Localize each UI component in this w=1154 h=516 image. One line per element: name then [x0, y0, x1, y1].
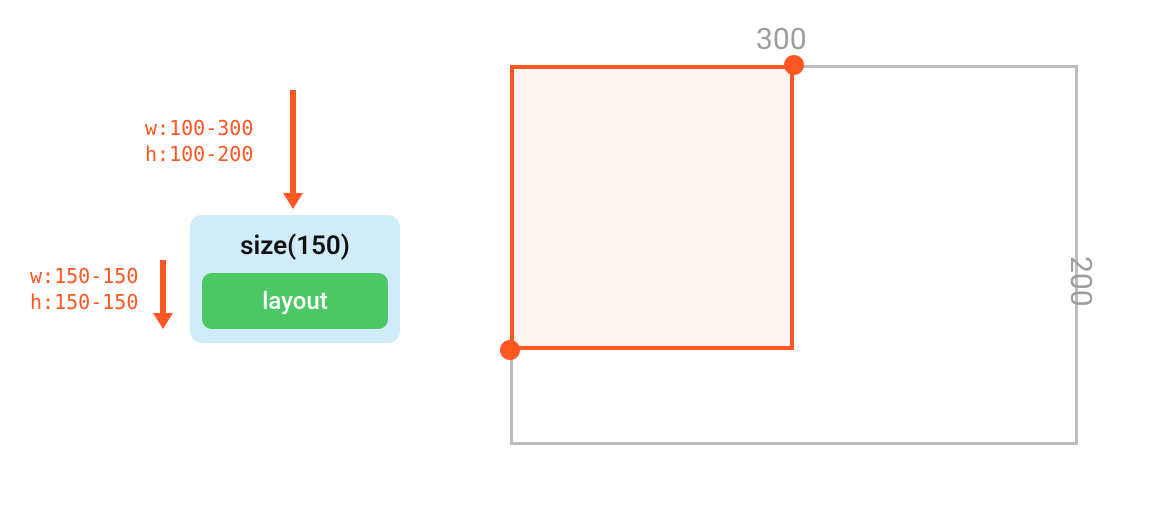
corner-dot-icon: [500, 340, 520, 360]
outgoing-constraints-label: w:150-150 h:150-150: [30, 263, 138, 315]
corner-dot-icon: [784, 55, 804, 75]
width-dimension-label: 300: [756, 22, 807, 57]
height-dimension-label: 200: [1063, 256, 1098, 307]
arrow-down-icon: [290, 90, 296, 195]
layout-child-node: layout: [202, 273, 388, 329]
arrow-down-icon: [160, 260, 166, 315]
size-node: size(150) layout: [190, 215, 400, 343]
inner-size-box: [510, 65, 794, 350]
incoming-constraints-label: w:100-300 h:100-200: [145, 115, 253, 167]
size-node-title: size(150): [202, 231, 388, 261]
